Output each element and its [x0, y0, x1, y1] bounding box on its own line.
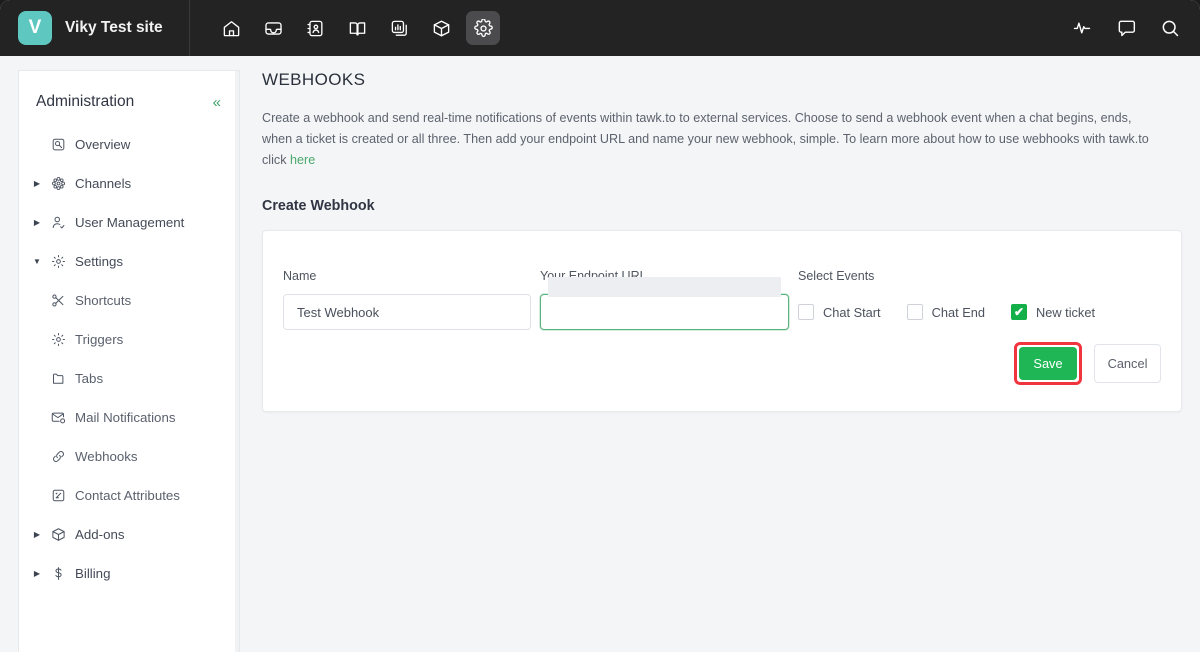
reports-icon[interactable] [382, 11, 416, 45]
sidebar-item-add-ons[interactable]: ▶ Add-ons [19, 515, 239, 554]
select-events-label: Select Events [798, 269, 1095, 283]
sidebar-item-label: Webhooks [71, 449, 138, 464]
home-icon[interactable] [214, 11, 248, 45]
sidebar-item-label: Shortcuts [71, 293, 131, 308]
sidebar-item-label: Settings [71, 254, 123, 269]
primary-nav-icons [190, 11, 500, 45]
tabs-icon [45, 371, 71, 386]
sidebar-nav-list: Overview ▶ Channels ▶ User Management [19, 121, 239, 593]
sidebar-item-tabs[interactable]: Tabs [19, 359, 239, 398]
sidebar-item-user-management[interactable]: ▶ User Management [19, 203, 239, 242]
billing-icon [45, 566, 71, 581]
checkbox-label: Chat End [932, 305, 985, 320]
select-events-group: Select Events Chat Start Chat End [798, 269, 1095, 330]
sidebar-item-label: Overview [71, 137, 130, 152]
checkbox-new-ticket[interactable]: ✔ New ticket [1011, 304, 1095, 320]
learn-more-link[interactable]: here [290, 153, 315, 167]
sidebar-item-label: Mail Notifications [71, 410, 176, 425]
inbox-icon[interactable] [256, 11, 290, 45]
sidebar-item-contact-attributes[interactable]: Contact Attributes [19, 476, 239, 515]
shortcuts-icon [45, 293, 71, 308]
mail-notifications-icon [45, 410, 71, 425]
settings-gear-icon[interactable] [466, 11, 500, 45]
checkbox-chat-end[interactable]: Chat End [907, 304, 985, 320]
page-description: Create a webhook and send real-time noti… [262, 108, 1157, 170]
form-actions: Save Cancel [1014, 342, 1161, 385]
sidebar-item-webhooks[interactable]: Webhooks [19, 437, 239, 476]
contacts-icon[interactable] [298, 11, 332, 45]
search-icon[interactable] [1160, 18, 1180, 38]
sidebar-item-label: User Management [71, 215, 184, 230]
caret-icon[interactable]: ▶ [29, 530, 45, 539]
sidebar-header: Administration « [19, 71, 239, 121]
checkbox-chat-start[interactable]: Chat Start [798, 304, 881, 320]
create-webhook-card: Name Your Endpoint URL Select Events [262, 230, 1182, 412]
name-input[interactable] [283, 294, 531, 330]
utility-nav-icons [1072, 0, 1180, 56]
events-checkbox-row: Chat Start Chat End ✔ New ticket [798, 294, 1095, 330]
sidebar-item-label: Triggers [71, 332, 123, 347]
sidebar-item-mail-notifications[interactable]: Mail Notifications [19, 398, 239, 437]
user-management-icon [45, 215, 71, 230]
settings-icon [45, 254, 71, 269]
sidebar-item-settings[interactable]: ▼ Settings [19, 242, 239, 281]
caret-icon[interactable]: ▶ [29, 569, 45, 578]
caret-icon[interactable]: ▶ [29, 218, 45, 227]
endpoint-url-field-group: Your Endpoint URL [540, 269, 789, 330]
caret-icon[interactable]: ▼ [29, 257, 45, 266]
site-name: Viky Test site [65, 19, 163, 37]
top-navigation-bar: V Viky Test site [0, 0, 1200, 56]
name-field-group: Name [283, 269, 531, 330]
checkmark-icon: ✔ [1014, 306, 1024, 318]
endpoint-url-label: Your Endpoint URL [540, 269, 789, 283]
add-ons-icon [45, 527, 71, 542]
chat-icon[interactable] [1116, 18, 1136, 38]
sidebar-item-label: Tabs [71, 371, 103, 386]
channels-icon [45, 176, 71, 191]
checkbox-label: Chat Start [823, 305, 881, 320]
main-content: WEBHOOKS Create a webhook and send real-… [262, 70, 1182, 652]
webhook-form-row: Name Your Endpoint URL Select Events [283, 269, 1161, 330]
sidebar-item-channels[interactable]: ▶ Channels [19, 164, 239, 203]
collapse-sidebar-icon[interactable]: « [213, 95, 219, 110]
admin-sidebar: Administration « Overview ▶ Channels [18, 70, 240, 652]
sidebar-item-triggers[interactable]: Triggers [19, 320, 239, 359]
brand-area[interactable]: V Viky Test site [0, 0, 190, 56]
sidebar-title: Administration [36, 93, 134, 111]
app-window: V Viky Test site [0, 0, 1200, 652]
sidebar-item-billing[interactable]: ▶ Billing [19, 554, 239, 593]
sidebar-item-label: Add-ons [71, 527, 125, 542]
caret-icon[interactable]: ▶ [29, 179, 45, 188]
add-ons-icon[interactable] [424, 11, 458, 45]
body-area: Administration « Overview ▶ Channels [0, 56, 1200, 652]
sidebar-scrollbar[interactable] [235, 71, 239, 652]
webhooks-icon [45, 449, 71, 464]
page-description-text: Create a webhook and send real-time noti… [262, 111, 1149, 167]
sidebar-item-overview[interactable]: Overview [19, 125, 239, 164]
checkbox-box-icon[interactable] [798, 304, 814, 320]
save-button-highlight: Save [1014, 342, 1082, 385]
checkbox-label: New ticket [1036, 305, 1095, 320]
section-title: Create Webhook [262, 198, 1182, 214]
page-title: WEBHOOKS [262, 70, 1182, 90]
site-logo: V [18, 11, 52, 45]
knowledge-base-icon[interactable] [340, 11, 374, 45]
name-label: Name [283, 269, 531, 283]
triggers-icon [45, 332, 71, 347]
overview-icon [45, 137, 71, 152]
sidebar-item-shortcuts[interactable]: Shortcuts [19, 281, 239, 320]
monitoring-icon[interactable] [1072, 18, 1092, 38]
cancel-button[interactable]: Cancel [1094, 344, 1161, 383]
contact-attributes-icon [45, 488, 71, 503]
endpoint-url-input[interactable] [540, 294, 789, 330]
sidebar-item-label: Billing [71, 566, 110, 581]
checkbox-box-icon[interactable] [907, 304, 923, 320]
sidebar-item-label: Contact Attributes [71, 488, 180, 503]
save-button[interactable]: Save [1019, 347, 1077, 380]
checkbox-checked-icon[interactable]: ✔ [1011, 304, 1027, 320]
sidebar-item-label: Channels [71, 176, 131, 191]
